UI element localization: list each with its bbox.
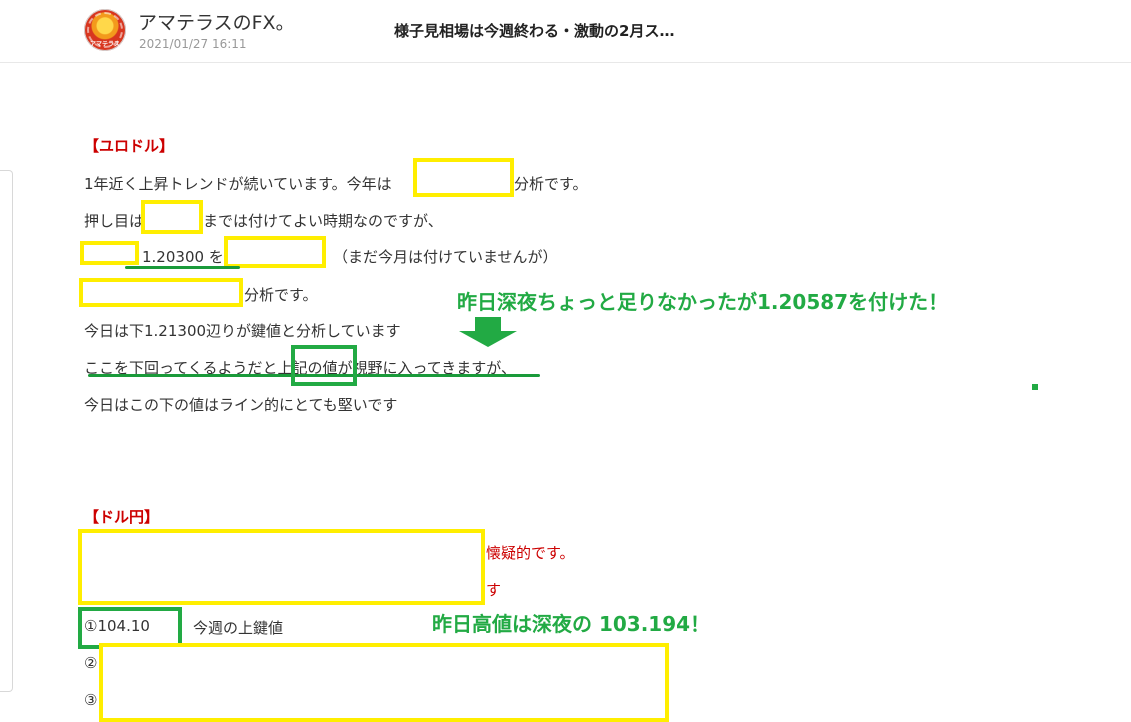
eurusd-line5-text: 今日は下1.21300辺りが鍵値と分析しています bbox=[84, 322, 401, 340]
usdjpy-item1-label: 今週の上鍵値 bbox=[193, 619, 284, 637]
usdjpy-item2-marker: ② bbox=[84, 654, 98, 672]
redaction-box bbox=[413, 158, 514, 197]
post-date: 2021/01/27 16:11 bbox=[139, 37, 247, 51]
arrow-down-icon bbox=[459, 317, 517, 347]
redaction-box bbox=[141, 200, 203, 234]
eurusd-line2-suffix: までは付けてよい時期なのですが、 bbox=[203, 212, 443, 230]
redaction-box bbox=[79, 278, 243, 307]
eurusd-line1-suffix: 分析です。 bbox=[514, 175, 588, 193]
author-avatar[interactable]: アマテラス bbox=[84, 9, 126, 51]
eurusd-line3-value: 1.20300 を bbox=[142, 248, 224, 266]
eurusd-line4-suffix: 分析です。 bbox=[244, 286, 318, 304]
annotation-note-usdjpy: 昨日高値は深夜の 103.194！ bbox=[432, 612, 711, 636]
redaction-box bbox=[78, 529, 485, 605]
annotation-note-eurusd: 昨日深夜ちょっと足りなかったが1.20587を付けた！ bbox=[457, 290, 949, 314]
left-side-panel bbox=[0, 170, 13, 692]
usdjpy-line2-suffix: す bbox=[486, 581, 502, 599]
post-title: 様子見相場は今週終わる・激動の2月ス… bbox=[394, 22, 675, 40]
eurusd-line7-text: 今日はこの下の値はライン的にとても堅いです bbox=[84, 396, 398, 414]
eurusd-line1-text: 1年近く上昇トレンドが続いています。今年は bbox=[84, 175, 392, 193]
avatar-label: アマテラス bbox=[90, 41, 120, 48]
redaction-box bbox=[224, 236, 326, 268]
usdjpy-line1-suffix: 懐疑的です。 bbox=[486, 544, 575, 562]
post-header: アマテラス アマテラスのFX。 2021/01/27 16:11 様子見相場は今… bbox=[0, 0, 1131, 63]
redaction-box bbox=[99, 643, 669, 722]
section-heading-eurusd: 【ユロドル】 bbox=[84, 137, 175, 155]
section-heading-usdjpy: 【ドル円】 bbox=[84, 508, 160, 526]
redaction-box bbox=[80, 241, 139, 265]
green-underline bbox=[125, 266, 240, 269]
eurusd-line2-text: 押し目は bbox=[84, 212, 145, 230]
eurusd-line3-suffix: （まだ今月は付けていませんが） bbox=[333, 248, 558, 266]
usdjpy-item3-marker: ③ bbox=[84, 691, 98, 709]
green-dot bbox=[1032, 384, 1038, 390]
green-highlight-box bbox=[291, 345, 357, 386]
author-name[interactable]: アマテラスのFX。 bbox=[138, 8, 295, 35]
